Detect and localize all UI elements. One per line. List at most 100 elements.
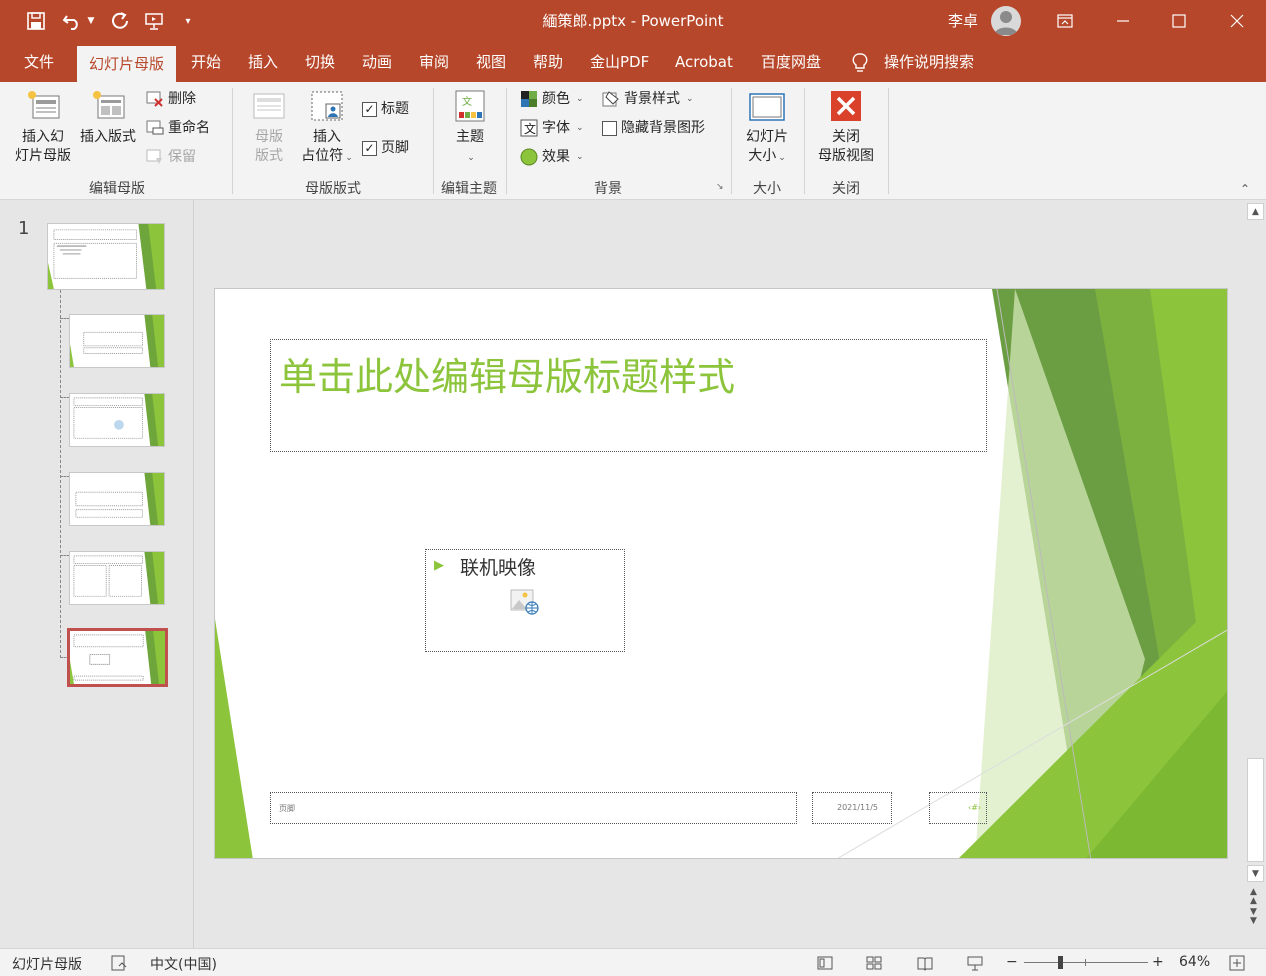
date-text: 2021/11/5: [837, 803, 879, 812]
insert-layout-button[interactable]: 插入版式: [76, 88, 140, 147]
footer-placeholder[interactable]: 页脚: [270, 792, 797, 824]
tab-acrobat[interactable]: Acrobat: [675, 42, 733, 82]
slide-size-button[interactable]: 幻灯片 大小 ⌄: [738, 88, 796, 168]
next-slide-icon[interactable]: ▼ ▼: [1250, 908, 1257, 926]
fonts-icon: 文: [520, 119, 538, 137]
language-status[interactable]: 中文(中国): [150, 954, 217, 974]
tab-slide-master[interactable]: 幻灯片母版: [77, 46, 177, 82]
zoom-level[interactable]: 64%: [1179, 954, 1210, 970]
close-master-view-button[interactable]: 关闭 母版视图: [810, 88, 882, 166]
group-separator: [804, 88, 805, 194]
background-styles-icon: [602, 91, 619, 107]
group-label-background: 背景: [594, 181, 622, 197]
footer-text: 页脚: [279, 804, 295, 813]
normal-view-icon[interactable]: [816, 954, 834, 972]
ribbon-display-icon[interactable]: [1036, 0, 1094, 42]
undo-dropdown-icon[interactable]: ▼: [84, 8, 98, 34]
tab-insert[interactable]: 插入: [248, 42, 278, 82]
title-placeholder[interactable]: 单击此处编辑母版标题样式: [270, 339, 987, 452]
group-label-edit-master: 编辑母版: [89, 181, 145, 197]
insert-slide-master-label-2: 灯片母版: [15, 148, 71, 164]
themes-icon: 文: [455, 90, 485, 122]
ribbon: 插入幻 灯片母版 插入版式 删除 重命名 保留 编辑母版 母版 版式 插入 占位…: [0, 82, 1266, 200]
redo-icon[interactable]: [106, 8, 134, 34]
preserve-button[interactable]: 保留: [146, 146, 196, 168]
save-icon[interactable]: [22, 8, 50, 34]
slide-sorter-icon[interactable]: [865, 954, 883, 972]
maximize-icon[interactable]: [1150, 0, 1208, 42]
insert-placeholder-button[interactable]: 插入 占位符 ⌄: [296, 88, 358, 168]
hide-background-graphics-checkbox[interactable]: 隐藏背景图形: [602, 117, 705, 139]
previous-slide-icon[interactable]: ▲ ▲: [1250, 888, 1257, 906]
rename-button[interactable]: 重命名: [146, 117, 210, 139]
themes-button[interactable]: 文 主题 ⌄: [444, 88, 496, 168]
fit-to-window-icon[interactable]: [1228, 954, 1246, 972]
present-from-start-icon[interactable]: [140, 8, 168, 34]
reading-view-icon[interactable]: [916, 954, 934, 972]
notes-check-icon[interactable]: [110, 954, 128, 972]
svg-text:文: 文: [524, 121, 536, 136]
master-layout-label-2: 版式: [255, 148, 283, 164]
insert-slide-master-button[interactable]: 插入幻 灯片母版: [10, 88, 76, 166]
thumbnail-layout-online-image[interactable]: [67, 628, 168, 687]
scroll-thumb[interactable]: [1247, 758, 1264, 862]
insert-slide-master-icon: [28, 91, 60, 119]
tab-kingsoft-pdf[interactable]: 金山PDF: [590, 42, 649, 82]
delete-button[interactable]: 删除: [146, 88, 196, 110]
thumbnail-layout-title[interactable]: [69, 314, 165, 368]
title-check-icon: ✓: [362, 101, 377, 117]
fonts-button[interactable]: 文 字体 ⌄: [520, 117, 584, 139]
svg-text:文: 文: [462, 95, 472, 108]
master-layout-button[interactable]: 母版 版式: [244, 88, 294, 166]
tab-view[interactable]: 视图: [476, 42, 506, 82]
thumbnail-layout-two-content[interactable]: [69, 551, 165, 605]
avatar[interactable]: [991, 6, 1021, 36]
tab-help[interactable]: 帮助: [533, 42, 563, 82]
thumbnail-layout-content[interactable]: [69, 393, 165, 447]
tell-me-search[interactable]: 操作说明搜索: [884, 42, 974, 82]
ribbon-tabs: 文件 幻灯片母版 开始 插入 切换 动画 审阅 视图 帮助 金山PDF Acro…: [0, 42, 1266, 113]
tab-file[interactable]: 文件: [24, 42, 54, 82]
user-name[interactable]: 李卓: [948, 10, 978, 31]
collapse-ribbon-icon[interactable]: ⌃: [1240, 182, 1250, 196]
layout-tree-line: [60, 290, 61, 658]
minimize-icon[interactable]: [1094, 0, 1152, 42]
effects-button[interactable]: 效果 ⌄: [520, 146, 584, 168]
tab-review[interactable]: 审阅: [419, 42, 449, 82]
slide-show-icon[interactable]: [966, 954, 984, 972]
zoom-slider-thumb[interactable]: [1058, 956, 1063, 969]
zoom-slider-track[interactable]: [1024, 962, 1148, 963]
footer-checkbox[interactable]: ✓ 页脚: [362, 137, 409, 159]
zoom-out-icon[interactable]: −: [1006, 954, 1018, 970]
footer-check-label: 页脚: [381, 140, 409, 156]
colors-label: 颜色: [542, 91, 570, 107]
fonts-label: 字体: [542, 120, 570, 136]
thumbnail-pane: 1: [0, 200, 194, 948]
effects-label: 效果: [542, 149, 570, 165]
slide-canvas[interactable]: 单击此处编辑母版标题样式 ▶ 联机映像 页脚 2021/11/5 ‹#›: [214, 288, 1228, 859]
vertical-scrollbar[interactable]: ▲ ▼ ▲ ▲ ▼ ▼: [1245, 200, 1266, 948]
scroll-up-icon[interactable]: ▲: [1247, 203, 1264, 220]
close-master-view-label-1: 关闭: [832, 129, 860, 145]
colors-button[interactable]: 颜色 ⌄: [520, 88, 584, 110]
group-label-size: 大小: [753, 181, 781, 197]
thumbnail-layout-section[interactable]: [69, 472, 165, 526]
background-styles-button[interactable]: 背景样式 ⌄: [602, 88, 694, 110]
online-picture-icon[interactable]: [510, 586, 540, 616]
scroll-down-icon[interactable]: ▼: [1247, 865, 1264, 882]
undo-icon[interactable]: [58, 8, 86, 34]
online-image-placeholder[interactable]: ▶ 联机映像: [425, 549, 625, 652]
tab-baidu-netdisk[interactable]: 百度网盘: [761, 42, 821, 82]
lightbulb-icon[interactable]: [850, 52, 870, 74]
thumbnail-slide-master[interactable]: [47, 223, 165, 290]
customize-icon[interactable]: ▾: [176, 8, 200, 34]
title-checkbox[interactable]: ✓ 标题: [362, 98, 409, 120]
date-placeholder[interactable]: 2021/11/5: [812, 792, 892, 824]
close-icon[interactable]: [1208, 0, 1266, 42]
tab-transitions[interactable]: 切换: [305, 42, 335, 82]
tab-home[interactable]: 开始: [191, 42, 221, 82]
dialog-launcher-icon[interactable]: ↘: [716, 182, 724, 192]
slide-number-placeholder[interactable]: ‹#›: [929, 792, 987, 824]
zoom-in-icon[interactable]: +: [1152, 954, 1164, 970]
tab-animations[interactable]: 动画: [362, 42, 392, 82]
